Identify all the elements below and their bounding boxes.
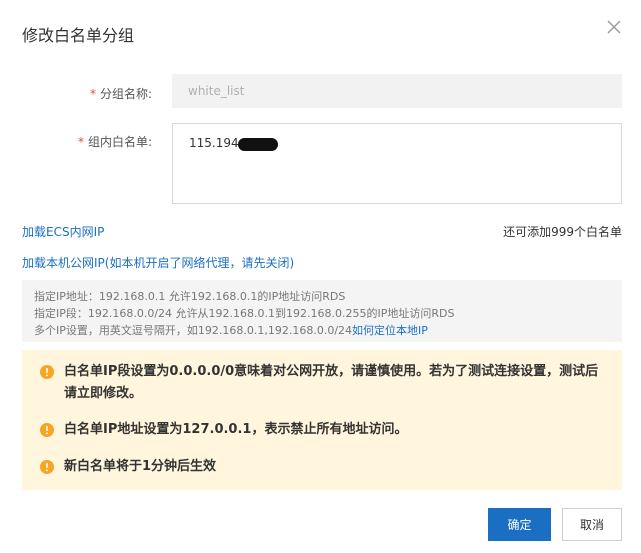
warning-text: 白名单IP地址设置为127.0.0.1，表示禁止所有地址访问。: [64, 422, 408, 437]
warning-item: 新白名单将于1分钟后生效: [40, 456, 604, 478]
load-public-ip-link[interactable]: 加载本机公网IP(如本机开启了网络代理，请先关闭): [22, 254, 294, 271]
hint-line-multiple: 多个IP设置，用英文逗号隔开，如192.168.0.1,192.168.0.0/…: [34, 322, 610, 339]
ip-list-textarea[interactable]: 115.194.1: [172, 123, 622, 204]
warning-box: 白名单IP段设置为0.0.0.0/0意味着对公网开放，请谨慎使用。若为了测试连接…: [22, 350, 622, 490]
dialog-title: 修改白名单分组: [22, 26, 135, 45]
group-name-label: * 分组名称:: [60, 85, 152, 102]
group-name-label-text: 分组名称:: [99, 87, 152, 101]
warning-icon: [40, 460, 54, 474]
required-mark: *: [89, 87, 96, 101]
ip-format-hint: 指定IP地址：192.168.0.1 允许192.168.0.1的IP地址访问R…: [22, 280, 622, 342]
hint-line-range: 指定IP段：192.168.0.0/24 允许从192.168.0.1到192.…: [34, 307, 455, 320]
ip-list-label-text: 组内白名单:: [87, 135, 152, 149]
hint-line-ip: 指定IP地址：192.168.0.1 允许192.168.0.1的IP地址访问R…: [34, 290, 346, 303]
load-ecs-ip-link[interactable]: 加载ECS内网IP: [22, 223, 104, 240]
group-name-input[interactable]: [172, 74, 622, 108]
warning-text: 白名单IP段设置为0.0.0.0/0意味着对公网开放，请谨慎使用。若为了测试连接…: [64, 364, 599, 401]
ip-list-label: * 组内白名单:: [50, 133, 152, 150]
locate-local-ip-link[interactable]: 如何定位本地IP: [352, 324, 428, 337]
remaining-count: 还可添加999个白名单: [503, 225, 622, 239]
warning-text: 新白名单将于1分钟后生效: [64, 459, 217, 474]
close-icon[interactable]: [604, 17, 624, 37]
cancel-button[interactable]: 取消: [562, 508, 622, 541]
required-mark: *: [77, 135, 84, 149]
warning-icon: [40, 423, 54, 437]
warning-icon: [40, 365, 54, 379]
warning-item: 白名单IP段设置为0.0.0.0/0意味着对公网开放，请谨慎使用。若为了测试连接…: [40, 361, 604, 405]
confirm-button[interactable]: 确定: [488, 508, 551, 541]
hint-line-multiple-text: 多个IP设置，用英文逗号隔开，如192.168.0.1,192.168.0.0/…: [34, 324, 353, 337]
warning-item: 白名单IP地址设置为127.0.0.1，表示禁止所有地址访问。: [40, 419, 604, 441]
redaction-mark: [238, 138, 278, 151]
edit-whitelist-dialog: 修改白名单分组 *分组名称: *组内白名单: 115.194.1 加载ECS内网…: [0, 0, 641, 553]
